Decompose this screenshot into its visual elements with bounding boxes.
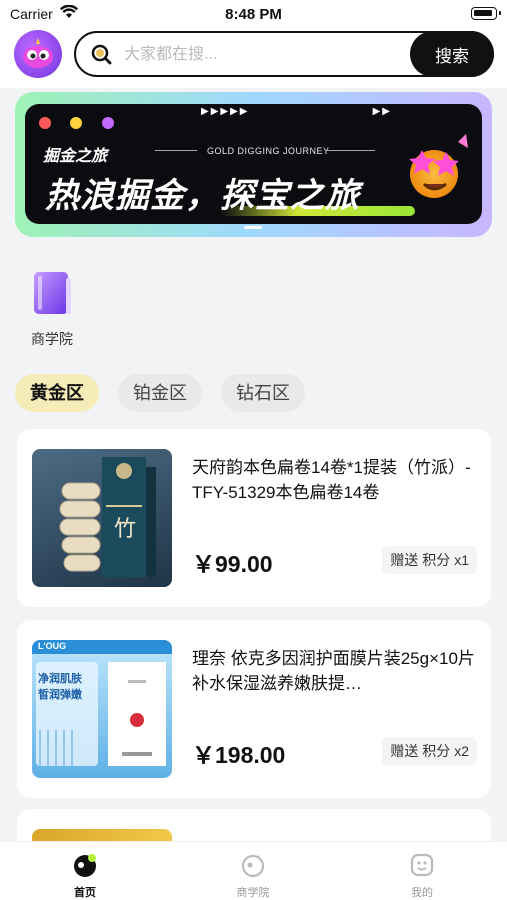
header: 搜索 [0,28,507,88]
quick-entry-academy[interactable]: 商学院 [24,268,80,353]
search-input[interactable] [124,43,394,67]
avatar[interactable] [14,30,62,78]
nav-profile-label: 我的 [411,887,433,899]
points-badge: 赠送 积分 x1 [382,546,477,574]
book-icon [34,272,71,314]
banner-subtitle: GOLD DIGGING JOURNEY [207,146,330,156]
divider [155,150,197,151]
nav-home[interactable]: 首页 [45,852,125,900]
tab-gold-zone[interactable]: 黄金区 [15,374,99,412]
profile-icon [410,853,434,877]
banner-dot-purple [101,117,114,129]
banner-dot-red [39,117,51,129]
points-badge: 赠送 积分 x2 [382,737,477,765]
product-image-label: 竹 [114,517,137,542]
product-image-line1: 净润肌肤 [38,673,82,685]
bottom-nav: 首页 商学院 我的 [0,841,507,900]
product-image: L'OUG 净润肌肤 皙润弹嫩 [32,640,172,778]
nav-home-label: 首页 [74,887,96,899]
divider [325,150,375,151]
status-bar: Carrier 8:48 PM [0,0,507,28]
tab-diamond-zone[interactable]: 钻石区 [221,374,305,412]
tab-platinum-zone[interactable]: 铂金区 [118,374,202,412]
product-price: ￥99.00 [192,551,273,577]
product-card[interactable]: L'OUG 净润肌肤 皙润弹嫩 理奈 依克多因润护面膜片装25g×10片补水保湿… [17,620,491,798]
tissue-product-illustration [59,457,156,577]
product-image-line2: 皙润弹嫩 [38,689,82,701]
banner-small-title: 掘金之旅 [43,148,108,165]
arrow-decoration-icon: ▶▶ [372,106,392,117]
product-title: 理奈 依克多因润护面膜片装25g×10片补水保湿滋养嫩肤提… [192,649,475,693]
product-image: 竹 [32,449,172,587]
product-price: ￥198.00 [192,742,286,768]
nav-academy-label: 商学院 [236,887,270,899]
banner-indicator [244,226,262,229]
search-bar: 搜索 [74,31,494,77]
banner-title: 热浪掘金，探宝之旅 [45,177,360,215]
banner-panel: ▶▶▶▶▶ ▶▶ 掘金之旅 GOLD DIGGING JOURNEY 热浪掘金，… [25,104,482,224]
battery-icon [471,7,501,20]
status-time: 8:48 PM [225,6,282,23]
quick-entry-label: 商学院 [31,331,73,347]
nav-profile[interactable]: 我的 [382,852,462,900]
product-card[interactable]: 竹 天府韵本色扁卷14卷*1提装（竹派）-TFY-51329本色扁卷14卷 ￥9… [17,429,491,607]
mascot-icon [23,38,53,68]
nav-academy[interactable]: 商学院 [213,852,293,900]
banner-dot-yellow [70,117,83,129]
product-title: 天府韵本色扁卷14卷*1提装（竹派）-TFY-51329本色扁卷14卷 [192,458,471,502]
academy-icon [241,854,265,878]
banner-dots [39,116,129,134]
mask-product-illustration [32,640,172,766]
product-image-brand: L'OUG [38,641,67,651]
search-button[interactable]: 搜索 [410,31,494,77]
home-icon [74,854,96,877]
promo-banner[interactable]: ▶▶▶▶▶ ▶▶ 掘金之旅 GOLD DIGGING JOURNEY 热浪掘金，… [15,92,492,237]
search-icon [91,44,112,65]
arrow-decoration-icon: ▶▶▶▶▶ [201,106,250,117]
star-eyes-emoji-icon [409,134,468,198]
